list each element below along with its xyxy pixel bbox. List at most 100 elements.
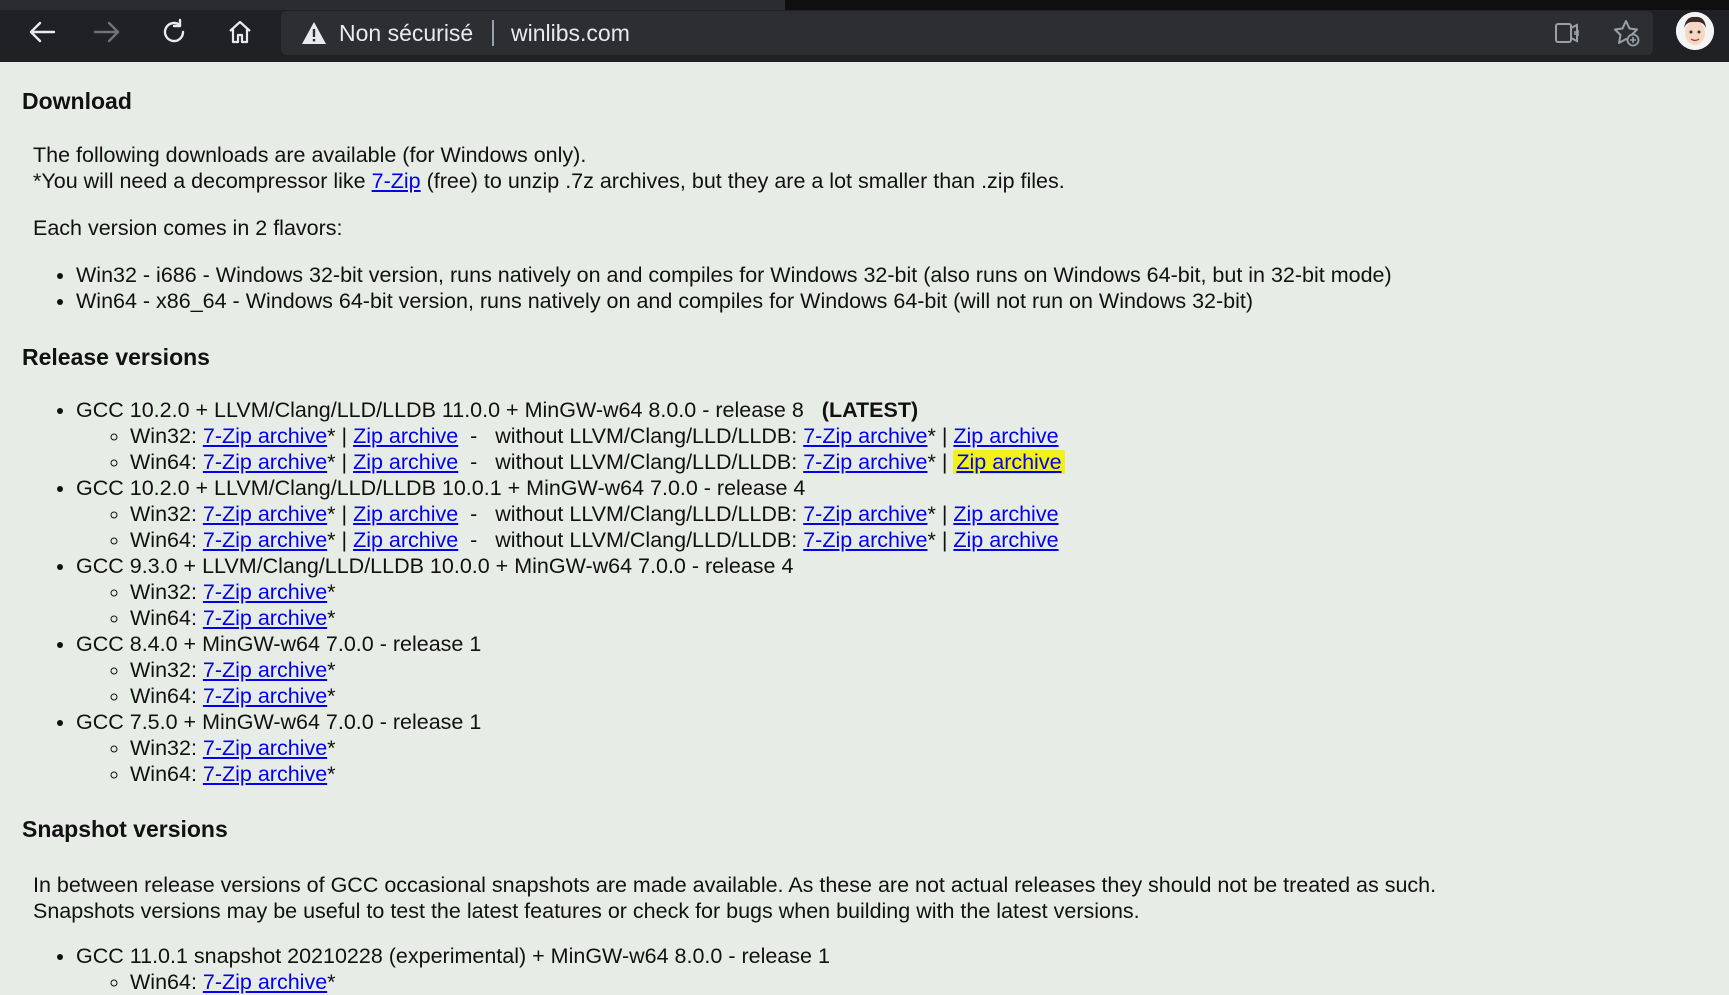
arch-label: Win64: (130, 684, 203, 708)
note-star: * (327, 762, 336, 786)
7zip-archive-link-no-llvm[interactable]: 7-Zip archive (803, 424, 927, 448)
7zip-archive-link[interactable]: 7-Zip archive (203, 684, 327, 708)
7zip-archive-link-no-llvm[interactable]: 7-Zip archive (803, 528, 927, 552)
note-star: * (327, 684, 336, 708)
security-label[interactable]: Non sécurisé (339, 20, 473, 46)
release-title: GCC 9.3.0 + LLVM/Clang/LLD/LLDB 10.0.0 +… (76, 554, 794, 578)
zip-archive-link[interactable]: Zip archive (353, 424, 458, 448)
pipe: | (935, 424, 954, 448)
zip-archive-link-no-llvm[interactable]: Zip archive (953, 528, 1058, 552)
snapshot-line-2: Snapshots versions may be useful to test… (33, 899, 1140, 923)
release-item: GCC 10.2.0 + LLVM/Clang/LLD/LLDB 11.0.0 … (76, 397, 1065, 475)
without-llvm-label: - without LLVM/Clang/LLD/LLDB: (458, 450, 804, 474)
note-star: * (327, 580, 336, 604)
7zip-archive-link[interactable]: 7-Zip archive (203, 606, 327, 630)
download-row-win64: Win64: 7-Zip archive* (130, 605, 1065, 631)
pipe: | (335, 502, 354, 526)
arch-label: Win32: (130, 424, 203, 448)
arch-label: Win32: (130, 502, 203, 526)
7zip-archive-link[interactable]: 7-Zip archive (203, 450, 327, 474)
snapshot-title: GCC 11.0.1 snapshot 20210228 (experiment… (76, 944, 830, 968)
7zip-archive-link[interactable]: 7-Zip archive (203, 736, 327, 760)
flavors-list: Win32 - i686 - Windows 32-bit version, r… (36, 262, 1392, 314)
zip-archive-link-no-llvm[interactable]: Zip archive (953, 502, 1058, 526)
snapshot-list: GCC 11.0.1 snapshot 20210228 (experiment… (36, 943, 830, 995)
7zip-archive-link[interactable]: 7-Zip archive (203, 580, 327, 604)
note-star: * (327, 502, 336, 526)
pipe: | (935, 502, 954, 526)
intro-line-1: The following downloads are available (f… (33, 143, 587, 167)
download-row-win32: Win32: 7-Zip archive* (130, 657, 1065, 683)
arch-label: Win32: (130, 658, 203, 682)
pipe: | (335, 450, 354, 474)
tab-strip (0, 0, 1729, 10)
browser-toolbar: Non sécurisé winlibs.com (0, 0, 1729, 62)
release-item: GCC 7.5.0 + MinGW-w64 7.0.0 - release 1 … (76, 709, 1065, 787)
7zip-archive-link[interactable]: 7-Zip archive (203, 762, 327, 786)
intro-suffix: (free) to unzip .7z archives, but they a… (420, 169, 1065, 193)
page-content: Download The following downloads are ava… (0, 62, 1729, 994)
profile-avatar[interactable] (1676, 12, 1714, 50)
download-row-win32: Win32: 7-Zip archive* | Zip archive - wi… (130, 423, 1065, 449)
back-arrow-icon (29, 21, 56, 43)
without-llvm-label: - without LLVM/Clang/LLD/LLDB: (458, 502, 804, 526)
avatar-face-icon (1676, 12, 1714, 50)
release-title: GCC 7.5.0 + MinGW-w64 7.0.0 - release 1 (76, 710, 482, 734)
home-icon (229, 20, 251, 44)
7zip-archive-link-no-llvm[interactable]: 7-Zip archive (803, 502, 927, 526)
forward-button[interactable] (85, 12, 129, 52)
download-row-win32: Win32: 7-Zip archive* | Zip archive - wi… (130, 501, 1065, 527)
release-title: GCC 10.2.0 + LLVM/Clang/LLD/LLDB 11.0.0 … (76, 398, 804, 422)
note-star: * (327, 424, 336, 448)
7zip-archive-link[interactable]: 7-Zip archive (203, 970, 327, 994)
url-text[interactable]: winlibs.com (511, 20, 630, 46)
7zip-archive-link-no-llvm[interactable]: 7-Zip archive (803, 450, 927, 474)
note-star: * (327, 970, 336, 994)
arch-label: Win32: (130, 580, 203, 604)
back-button[interactable] (20, 12, 64, 52)
arch-label: Win64: (130, 606, 203, 630)
7zip-link[interactable]: 7-Zip (372, 169, 421, 193)
address-bar[interactable]: Non sécurisé winlibs.com (281, 11, 1653, 55)
7zip-archive-link[interactable]: 7-Zip archive (203, 658, 327, 682)
arch-label: Win64: (130, 762, 203, 786)
active-tab[interactable] (0, 0, 785, 10)
without-llvm-label: - without LLVM/Clang/LLD/LLDB: (458, 424, 804, 448)
note-star: * (927, 502, 936, 526)
reload-icon (163, 18, 185, 43)
arch-label: Win64: (130, 970, 203, 994)
warning-icon[interactable] (301, 20, 327, 46)
7zip-archive-link[interactable]: 7-Zip archive (203, 502, 327, 526)
zip-archive-link[interactable]: Zip archive (353, 528, 458, 552)
immersive-reader-icon[interactable] (1553, 18, 1583, 48)
note-star: * (927, 424, 936, 448)
snapshot-line-1: In between release versions of GCC occas… (33, 873, 1437, 897)
flavor-win64: Win64 - x86_64 - Windows 64-bit version,… (76, 288, 1392, 314)
pipe: | (335, 528, 354, 552)
note-star: * (327, 736, 336, 760)
note-star: * (327, 528, 336, 552)
without-llvm-label: - without LLVM/Clang/LLD/LLDB: (458, 528, 804, 552)
7zip-archive-link[interactable]: 7-Zip archive (203, 424, 327, 448)
intro-prefix: *You will need a decompressor like (33, 169, 372, 193)
7zip-archive-link[interactable]: 7-Zip archive (203, 528, 327, 552)
zip-archive-link-no-llvm[interactable]: Zip archive (953, 424, 1058, 448)
release-item: GCC 8.4.0 + MinGW-w64 7.0.0 - release 1 … (76, 631, 1065, 709)
note-star: * (927, 528, 936, 552)
home-button[interactable] (218, 12, 262, 52)
add-favorite-icon[interactable] (1611, 18, 1641, 48)
note-star: * (927, 450, 936, 474)
zip-archive-link[interactable]: Zip archive (353, 502, 458, 526)
note-star: * (327, 606, 336, 630)
zip-archive-link[interactable]: Zip archive (353, 450, 458, 474)
note-star: * (327, 450, 336, 474)
release-title: GCC 8.4.0 + MinGW-w64 7.0.0 - release 1 (76, 632, 482, 656)
download-row-win64: Win64: 7-Zip archive* | Zip archive - wi… (130, 527, 1065, 553)
reload-button[interactable] (152, 12, 196, 52)
release-item: GCC 10.2.0 + LLVM/Clang/LLD/LLDB 10.0.1 … (76, 475, 1065, 553)
pipe: | (935, 450, 954, 474)
download-row-win32: Win32: 7-Zip archive* (130, 579, 1065, 605)
flavor-win32: Win32 - i686 - Windows 32-bit version, r… (76, 262, 1392, 288)
download-row-win64: Win64: 7-Zip archive* (130, 761, 1065, 787)
zip-archive-link-no-llvm-highlighted[interactable]: Zip archive (953, 450, 1065, 474)
